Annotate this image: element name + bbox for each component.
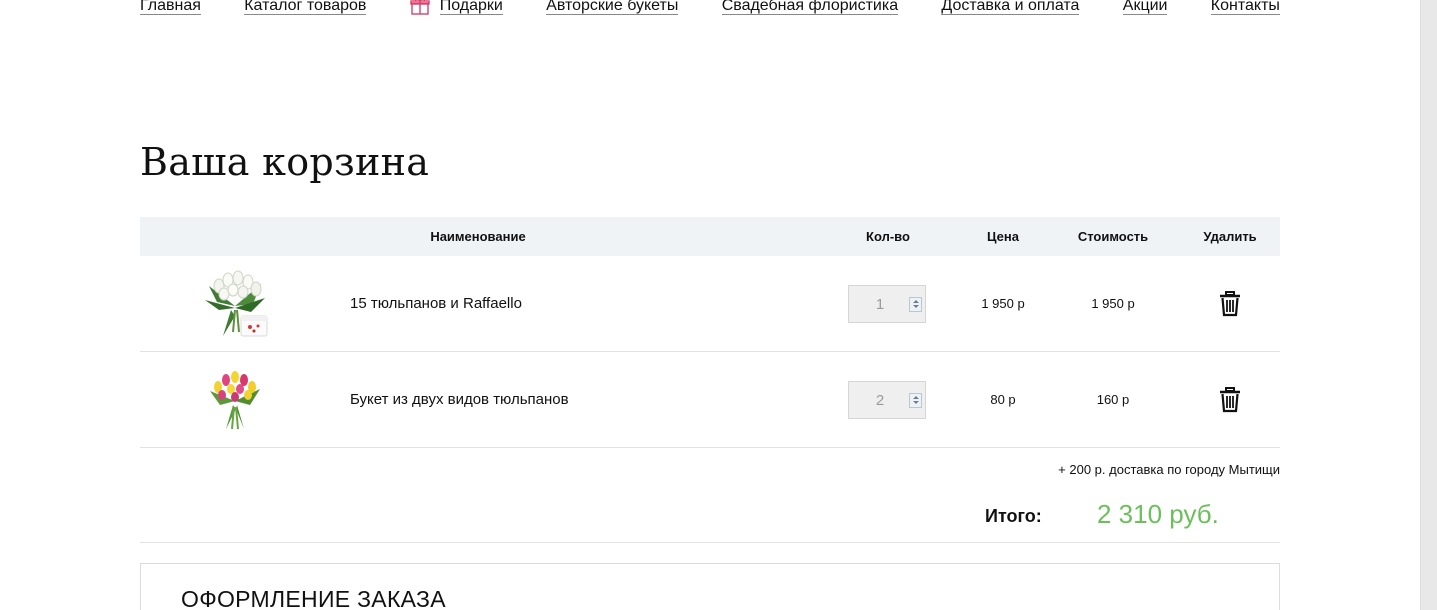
bouquet-white-tulips-raffaello-image: [205, 270, 268, 336]
quantity-stepper[interactable]: 2: [848, 352, 926, 447]
delete-button[interactable]: [1215, 352, 1245, 447]
gift-icon: [410, 0, 430, 15]
nav-item-home[interactable]: Главная: [140, 0, 201, 15]
order-form-section: ОФОРМЛЕНИЕ ЗАКАЗА: [140, 563, 1280, 610]
product-thumbnail[interactable]: [195, 256, 275, 351]
cart-table: Наименование Кол-во Цена Стоимость Удали…: [140, 217, 1280, 543]
spinner-down-icon[interactable]: [912, 400, 919, 404]
nav-item-catalog[interactable]: Каталог товаров: [244, 0, 367, 15]
line-total: 160 р: [1096, 392, 1130, 407]
quantity-input[interactable]: 2: [848, 380, 926, 419]
delete-button[interactable]: [1215, 256, 1245, 351]
line-total: 1 950 р: [1091, 296, 1135, 311]
quantity-value: 2: [875, 391, 885, 409]
cart-row: 15 тюльпанов и Raffaello 1 1 950 р 1 950…: [140, 256, 1280, 352]
cart-table-header: Наименование Кол-во Цена Стоимость Удали…: [140, 217, 1280, 256]
spinner-up-icon[interactable]: [912, 299, 919, 303]
nav-item-delivery-payment[interactable]: Доставка и оплата: [941, 0, 1080, 15]
grand-total-row: Итого: 2 310 руб.: [140, 485, 1280, 543]
nav-item-gifts-label: Подарки: [439, 0, 503, 15]
page-scrollbar[interactable]: [1420, 0, 1437, 610]
column-header-total: Стоимость: [1077, 229, 1149, 244]
trash-icon: [1220, 386, 1240, 412]
product-name[interactable]: 15 тюльпанов и Raffaello: [350, 256, 522, 351]
nav-item-contacts[interactable]: Контакты: [1210, 0, 1280, 15]
product-name[interactable]: Букет из двух видов тюльпанов: [350, 352, 569, 447]
grand-total-value: 2 310 руб.: [1097, 499, 1219, 529]
quantity-value: 1: [875, 295, 885, 313]
page-title: Ваша корзина: [140, 140, 430, 184]
quantity-input[interactable]: 1: [848, 284, 926, 323]
cart-page: Главная Каталог товаров Подарки Авторски…: [0, 0, 1437, 610]
order-form-title: ОФОРМЛЕНИЕ ЗАКАЗА: [181, 586, 446, 610]
column-header-qty: Кол-во: [866, 229, 910, 244]
column-header-price: Цена: [987, 229, 1019, 244]
spinner-arrows-icon[interactable]: [909, 296, 922, 312]
spinner-up-icon[interactable]: [912, 395, 919, 399]
nav-item-gifts[interactable]: Подарки: [410, 0, 503, 15]
top-navigation: Главная Каталог товаров Подарки Авторски…: [140, 0, 1280, 17]
bouquet-mixed-tulips-image: [210, 370, 260, 429]
unit-price: 80 р: [990, 392, 1016, 407]
unit-price: 1 950 р: [981, 296, 1025, 311]
column-header-delete: Удалить: [1203, 229, 1257, 244]
delivery-note: + 200 р. доставка по городу Мытищи: [1058, 462, 1280, 477]
spinner-down-icon[interactable]: [912, 304, 919, 308]
nav-item-wedding-floristry[interactable]: Свадебная флористика: [721, 0, 899, 15]
grand-total-label: Итого:: [985, 506, 1042, 526]
quantity-stepper[interactable]: 1: [848, 256, 926, 351]
trash-icon: [1220, 290, 1240, 316]
cart-row: Букет из двух видов тюльпанов 2 80 р 160…: [140, 352, 1280, 448]
product-thumbnail[interactable]: [195, 352, 275, 447]
column-header-name: Наименование: [430, 229, 526, 244]
nav-item-promotions[interactable]: Акции: [1122, 0, 1168, 15]
nav-item-author-bouquets[interactable]: Авторские букеты: [546, 0, 679, 15]
spinner-arrows-icon[interactable]: [909, 392, 922, 408]
